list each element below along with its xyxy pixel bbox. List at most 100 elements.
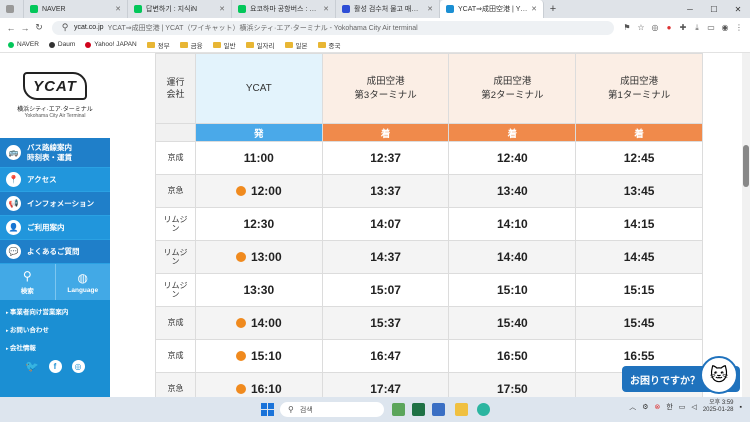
link-business-info[interactable]: 事業者向け営業案内 xyxy=(6,306,110,316)
search-button[interactable]: ⚲ 検索 xyxy=(0,264,56,300)
language-button[interactable]: ◍ Language xyxy=(56,264,111,300)
bookmark-item[interactable]: 중국 xyxy=(317,40,341,50)
menu-dots-icon[interactable]: ⋮ xyxy=(732,23,746,32)
task-view-icon[interactable] xyxy=(432,403,445,416)
widgets-icon[interactable] xyxy=(392,403,405,416)
site-logo[interactable]: YCAT 横浜シティ·エア·ターミナル Yokohama City Air Te… xyxy=(0,53,110,138)
subheader-blank xyxy=(155,123,196,142)
forward-icon[interactable]: → xyxy=(18,23,32,33)
tab-close-icon[interactable]: ✕ xyxy=(115,5,121,13)
sidebar-item-information[interactable]: 📢 インフォメーション xyxy=(0,192,110,216)
browser-tab-0[interactable] xyxy=(0,0,24,18)
sidebar-item-access[interactable]: 📍 アクセス xyxy=(0,168,110,192)
extension-icon[interactable]: ◎ xyxy=(648,23,662,32)
bookmark-item[interactable]: 일본 xyxy=(284,40,308,50)
chat-mascot-icon[interactable]: 🐱 xyxy=(700,356,738,394)
sidebar-item-label-line1: インフォメーション xyxy=(27,199,95,208)
close-icon[interactable]: ✕ xyxy=(726,5,750,14)
puzzle-icon[interactable]: ✚ xyxy=(676,23,690,32)
tab-close-icon[interactable]: ✕ xyxy=(427,5,433,13)
download-icon[interactable]: ⤓ xyxy=(690,23,704,33)
bookmark-item[interactable]: 일반 xyxy=(212,40,236,50)
facebook-icon[interactable]: f xyxy=(48,360,62,373)
browser-tab-5[interactable]: YCAT⇒成田空港 | YCAT（ワ...✕ xyxy=(440,0,544,18)
page-scrollbar[interactable] xyxy=(742,53,750,397)
clock-date: 2025-01-28 xyxy=(702,407,734,414)
social-links: 🐦 f ◎ xyxy=(0,360,110,373)
bookmark-item[interactable]: NAVER xyxy=(8,41,39,48)
depart-time: 13:30 xyxy=(243,283,275,297)
clock[interactable]: 오후 3:59 2025-01-28 xyxy=(703,400,734,414)
information-icon: 📢 xyxy=(6,196,21,211)
maximize-icon[interactable]: ☐ xyxy=(702,5,726,14)
browser-tab-2[interactable]: 답변하기 : 지식iN ✕ xyxy=(128,0,232,18)
instagram-icon[interactable]: ◎ xyxy=(71,360,85,373)
sidebar-item-faq[interactable]: 💬 よくあるご質問 xyxy=(0,240,110,264)
link-company-info[interactable]: 会社情報 xyxy=(6,342,110,352)
cell-arrive-t2: 14:40 xyxy=(448,240,577,274)
bookmark-favicon-icon xyxy=(48,41,55,48)
header-terminal-2-text: 成田空港 第2ターミナル xyxy=(481,76,544,101)
bookmark-label: 정부 xyxy=(157,42,170,50)
taskbar-search-placeholder: 검색 xyxy=(299,406,313,414)
site-info-icon[interactable]: ⚲ xyxy=(60,22,70,33)
translate-icon[interactable]: ⚑ xyxy=(620,23,634,32)
cell-arrive-t3: 15:07 xyxy=(321,273,450,307)
sidebar-item-usage-guide[interactable]: 👤 ご利用案内 xyxy=(0,216,110,240)
tab-close-icon[interactable]: ✕ xyxy=(219,5,225,13)
browser-tab-4[interactable]: 활성 검수처 물고 매치지 | 미...✕ xyxy=(336,0,440,18)
tab-close-icon[interactable]: ✕ xyxy=(531,5,537,13)
faq-icon: 💬 xyxy=(6,244,21,259)
excel-icon[interactable] xyxy=(412,403,425,416)
bookmark-star-icon[interactable]: ☆ xyxy=(634,23,648,32)
file-explorer-icon[interactable] xyxy=(455,403,468,416)
header-terminal-2: 成田空港 第2ターミナル xyxy=(448,53,577,124)
sidebar-item-bus-routes[interactable]: 🚌 バス路線案内 時刻表・運賃 xyxy=(0,138,110,168)
cell-depart: 12:30 xyxy=(194,207,323,241)
taskbar-search-input[interactable]: ⚲ 검색 xyxy=(280,402,384,417)
cell-arrive-t3: 17:47 xyxy=(321,372,450,397)
tab-favicon-icon xyxy=(5,5,14,13)
bookmark-item[interactable]: Yahoo! JAPAN xyxy=(85,41,137,48)
notification-icon[interactable]: ▪ xyxy=(740,404,742,411)
record-icon[interactable]: ● xyxy=(662,23,676,32)
table-row: リムジ ン 12:30 14:07 14:10 14:15 xyxy=(155,207,703,241)
sidebar-item-label-line1: ご利用案内 xyxy=(27,223,65,232)
browser-taskbar-icon[interactable] xyxy=(477,403,490,416)
link-contact[interactable]: お問い合わせ xyxy=(6,324,110,334)
ime-indicator[interactable]: 한 xyxy=(666,402,672,412)
bookmark-item[interactable]: 정부 xyxy=(146,40,170,50)
sidebar-menu: 🚌 バス路線案内 時刻表・運賃 📍 アクセス 📢 インフォメーション 👤 ご利用案内 💬 よくあるご… xyxy=(0,138,110,264)
url-input[interactable]: ⚲ ycat.co.jp YCAT⇒成田空港 | YCAT（ワイキャット）横浜シ… xyxy=(52,20,614,35)
profile-icon[interactable]: ◉ xyxy=(718,23,732,32)
bookmark-label: 중국 xyxy=(328,42,341,50)
tray-status-icon[interactable]: ⊗ xyxy=(654,403,660,411)
volume-icon[interactable]: ◁ xyxy=(691,403,696,411)
bookmark-item[interactable]: 일자리 xyxy=(245,40,275,50)
tray-chevron-icon[interactable]: ︿ xyxy=(629,402,636,412)
network-icon[interactable]: ▭ xyxy=(679,403,686,411)
table-row: 京急 12:00 13:37 13:40 13:45 xyxy=(155,174,703,208)
tray-app-icon[interactable]: ⚙ xyxy=(642,403,648,411)
ycat-logo-mark: YCAT xyxy=(23,72,87,100)
taskbar-search-icon: ⚲ xyxy=(288,405,294,414)
windows-start-icon[interactable] xyxy=(261,403,274,416)
twitter-icon[interactable]: 🐦 xyxy=(25,360,39,373)
cell-company: 京成 xyxy=(155,339,196,373)
tab-close-icon[interactable]: ✕ xyxy=(323,5,329,13)
orange-dot-icon xyxy=(235,252,246,262)
usage-guide-icon: 👤 xyxy=(6,220,21,235)
cell-company: 京成 xyxy=(155,306,196,340)
minimize-icon[interactable]: ─ xyxy=(678,5,702,14)
tab-favicon-icon xyxy=(134,5,142,13)
bookmark-item[interactable]: 금융 xyxy=(179,40,203,50)
browser-tab-1[interactable]: NAVER ✕ xyxy=(24,0,128,18)
scrollbar-thumb[interactable] xyxy=(743,145,749,187)
browser-tab-3[interactable]: 요코하마 공항버스 : 지식iN✕ xyxy=(232,0,336,18)
new-tab-icon[interactable]: + xyxy=(544,3,562,15)
bookmark-item[interactable]: Daum xyxy=(48,41,75,48)
back-icon[interactable]: ← xyxy=(4,23,18,33)
tab-search-icon[interactable]: ▭ xyxy=(704,23,718,32)
sidebar-item-label: ご利用案内 xyxy=(27,222,65,233)
reload-icon[interactable]: ↻ xyxy=(32,22,46,33)
